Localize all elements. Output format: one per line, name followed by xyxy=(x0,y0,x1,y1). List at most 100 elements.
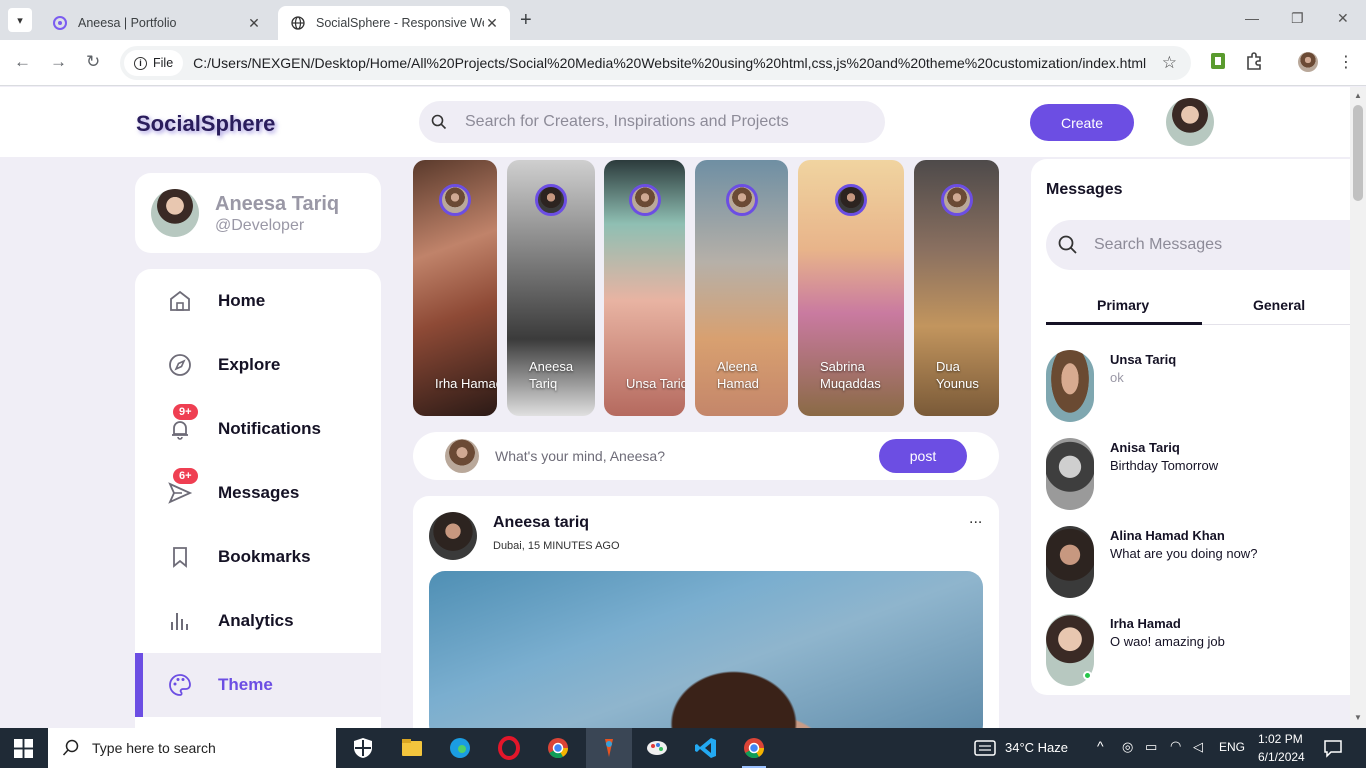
battery-icon[interactable]: ▭ xyxy=(1145,739,1157,755)
message-sender: Unsa Tariq xyxy=(1110,352,1177,367)
windows-start-icon[interactable] xyxy=(14,739,33,758)
message-sender: Alina Hamad Khan xyxy=(1110,528,1225,543)
paint-app-icon[interactable] xyxy=(645,736,669,760)
story-card[interactable]: Unsa Tariq xyxy=(604,160,685,416)
sidebar-item-explore[interactable]: Explore xyxy=(135,333,381,397)
avatar[interactable] xyxy=(429,512,477,560)
post-author[interactable]: Aneesa tariq xyxy=(493,514,589,532)
weather-text[interactable]: 34°C Haze xyxy=(1005,740,1068,755)
restore-icon[interactable]: ❐ xyxy=(1291,10,1304,27)
close-tab-icon[interactable]: ✕ xyxy=(246,15,262,32)
sidebar: Home Explore 9+ Notifications 6+ Message… xyxy=(135,269,381,729)
post-image[interactable] xyxy=(429,571,983,736)
scrollbar-thumb[interactable] xyxy=(1353,105,1363,201)
story-avatar xyxy=(628,184,661,216)
profile-avatar-icon[interactable] xyxy=(1298,52,1318,72)
sidebar-item-label: Explore xyxy=(218,355,281,374)
minimize-icon[interactable]: — xyxy=(1245,10,1259,26)
clock-date[interactable]: 6/1/2024 xyxy=(1258,750,1305,764)
new-tab-plus-icon[interactable]: + xyxy=(520,9,532,32)
logo[interactable]: SocialSphere xyxy=(136,111,275,137)
story-avatar xyxy=(535,184,567,216)
composer-input[interactable]: What's your mind, Aneesa? xyxy=(495,448,665,464)
message-item[interactable]: Unsa Tariq ok xyxy=(1046,350,1346,422)
sidebar-item-label: Bookmarks xyxy=(218,547,311,566)
story-name: Aneesa Tariq xyxy=(529,359,574,391)
page-scrollbar[interactable]: ▲ ▼ xyxy=(1350,87,1366,728)
forward-arrow-icon[interactable]: → xyxy=(50,52,67,72)
post-button[interactable]: post xyxy=(879,439,967,473)
app-navbar: SocialSphere Search for Creaters, Inspir… xyxy=(0,87,1350,157)
avatar[interactable] xyxy=(1166,98,1214,146)
chrome-icon[interactable] xyxy=(742,736,766,760)
opera-browser-icon[interactable] xyxy=(497,736,521,760)
more-options-icon[interactable]: ... xyxy=(969,510,982,528)
vscode-icon[interactable] xyxy=(694,736,718,760)
language-indicator[interactable]: ENG xyxy=(1219,740,1245,754)
tab-primary[interactable]: Primary xyxy=(1097,297,1149,313)
search-input[interactable]: Search for Creaters, Inspirations and Pr… xyxy=(465,113,789,131)
reload-icon[interactable]: ↻ xyxy=(86,52,100,72)
home-icon xyxy=(170,290,190,311)
weather-icon[interactable] xyxy=(974,738,996,758)
message-search-bar[interactable]: Search Messages xyxy=(1046,220,1350,270)
security-shield-icon[interactable] xyxy=(351,736,375,760)
palette-icon xyxy=(169,674,191,696)
site-info-chip[interactable]: i File xyxy=(124,50,184,76)
message-sender: Anisa Tariq xyxy=(1110,440,1180,455)
portfolio-favicon-icon xyxy=(52,15,68,31)
story-card[interactable]: Aneesa Tariq xyxy=(507,160,595,416)
camera-icon[interactable]: ◎ xyxy=(1122,739,1133,755)
sidebar-item-theme[interactable]: Theme xyxy=(135,653,381,717)
volume-icon[interactable]: ◁ xyxy=(1193,739,1203,755)
file-explorer-icon[interactable] xyxy=(400,736,424,760)
url-text[interactable]: C:/Users/NEXGEN/Desktop/Home/All%20Proje… xyxy=(193,55,1162,71)
story-name: Sabrina Muqaddas xyxy=(820,359,881,391)
taskbar-search[interactable]: Type here to search xyxy=(48,728,336,768)
sidebar-item-messages[interactable]: 6+ Messages xyxy=(135,461,381,525)
close-window-icon[interactable]: ✕ xyxy=(1337,10,1349,27)
story-avatar xyxy=(835,184,867,216)
scroll-up-arrow-icon[interactable]: ▲ xyxy=(1354,91,1362,100)
edge-browser-icon[interactable] xyxy=(448,736,472,760)
kebab-menu-icon[interactable]: ⋮ xyxy=(1338,52,1354,72)
story-card[interactable]: Sabrina Muqaddas xyxy=(798,160,904,416)
git-tool-icon[interactable] xyxy=(597,736,621,760)
message-item[interactable]: Anisa Tariq Birthday Tomorrow xyxy=(1046,438,1346,510)
tab-search-chevron-icon[interactable]: ▾ xyxy=(8,8,32,32)
tab-portfolio[interactable]: Aneesa | Portfolio ✕ xyxy=(40,6,272,40)
story-card[interactable]: Aleena Hamad xyxy=(695,160,788,416)
extension-green-icon[interactable] xyxy=(1209,52,1227,75)
message-item[interactable]: Alina Hamad Khan What are you doing now? xyxy=(1046,526,1346,598)
tab-socialsphere[interactable]: SocialSphere - Responsive Web ✕ xyxy=(278,6,510,40)
sidebar-item-analytics[interactable]: Analytics xyxy=(135,589,381,653)
create-button[interactable]: Create xyxy=(1030,104,1134,141)
chevron-up-icon[interactable]: ^ xyxy=(1097,738,1104,754)
bookmark-star-icon[interactable]: ☆ xyxy=(1162,53,1177,73)
wifi-icon[interactable]: ◠ xyxy=(1170,738,1181,754)
sidebar-item-notifications[interactable]: 9+ Notifications xyxy=(135,397,381,461)
message-search-input[interactable]: Search Messages xyxy=(1094,236,1222,254)
clock-time[interactable]: 1:02 PM xyxy=(1258,732,1303,746)
chrome-icon[interactable] xyxy=(546,736,570,760)
message-sender: Irha Hamad xyxy=(1110,616,1181,631)
puzzle-extensions-icon[interactable] xyxy=(1245,52,1263,75)
profile-card[interactable]: Aneesa Tariq @Developer xyxy=(135,173,381,253)
story-avatar xyxy=(725,184,758,216)
message-item[interactable]: Irha Hamad O wao! amazing job xyxy=(1046,614,1346,686)
omnibox[interactable]: i File C:/Users/NEXGEN/Desktop/Home/All%… xyxy=(120,46,1191,80)
message-preview: ok xyxy=(1110,370,1124,385)
search-bar[interactable]: Search for Creaters, Inspirations and Pr… xyxy=(419,101,885,143)
notification-center-icon[interactable] xyxy=(1323,738,1343,758)
story-card[interactable]: Irha Hamad xyxy=(413,160,497,416)
sidebar-item-label: Theme xyxy=(218,675,273,694)
close-tab-icon[interactable]: ✕ xyxy=(484,15,500,32)
scroll-down-arrow-icon[interactable]: ▼ xyxy=(1354,713,1362,722)
story-name: Aleena Hamad xyxy=(717,359,759,391)
sidebar-item-home[interactable]: Home xyxy=(135,269,381,333)
sidebar-item-bookmarks[interactable]: Bookmarks xyxy=(135,525,381,589)
tab-general[interactable]: General xyxy=(1253,297,1305,313)
back-arrow-icon[interactable]: ← xyxy=(14,52,31,72)
taskbar-search-input[interactable]: Type here to search xyxy=(92,740,216,756)
story-card[interactable]: Dua Younus xyxy=(914,160,999,416)
